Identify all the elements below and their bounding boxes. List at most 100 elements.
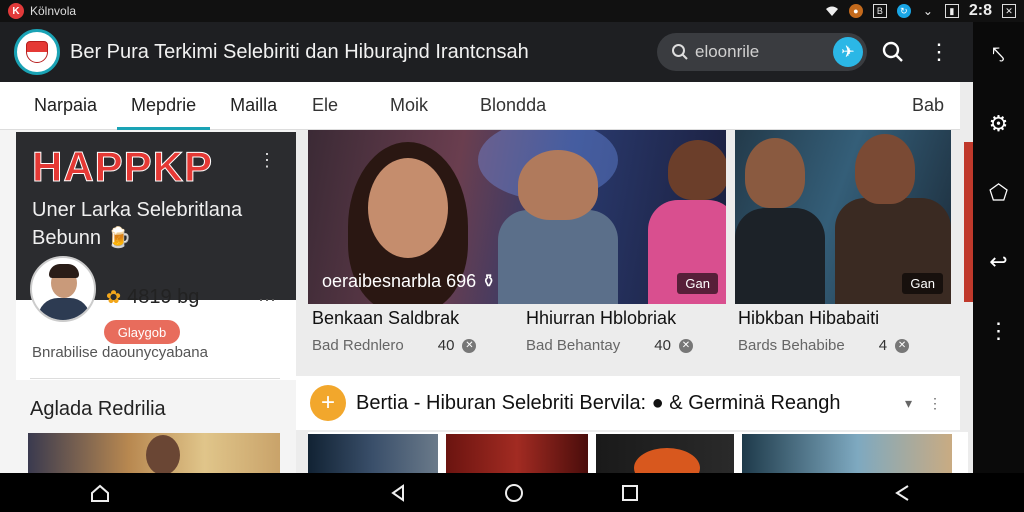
article-count: 4 (878, 337, 888, 354)
status-app-name: Kölnvola (30, 4, 77, 18)
image-person-body (735, 208, 825, 304)
thumbnail[interactable] (446, 434, 588, 473)
share-icon (895, 485, 909, 501)
promo-headline: HAPPKP (31, 143, 214, 190)
feature-badge: Gan (677, 273, 718, 294)
article-title: Hibkban Hibabaiti (738, 308, 880, 328)
app-logo[interactable] (14, 29, 60, 75)
image-person-face (368, 158, 448, 258)
nav-recents-button[interactable] (616, 479, 644, 507)
article-source: Bad Behantay (526, 337, 621, 354)
tab-0[interactable]: Narpaia (0, 82, 111, 130)
close-icon[interactable]: ✕ (895, 338, 910, 353)
nav-home-button[interactable] (86, 479, 114, 507)
app-bar: Ber Pura Terkimi Selebiriti dan Hiburajn… (0, 22, 973, 82)
thumb-face (146, 435, 180, 473)
avatar-hair (49, 264, 79, 278)
main-tabs: Ele Moik Blondda Bab (296, 82, 960, 130)
shield-icon (26, 41, 48, 63)
article-item[interactable]: Hibkban Hibabaiti Bards Behabibe 4 ✕ (738, 308, 910, 354)
overflow-menu-button[interactable]: ⋮ (919, 32, 959, 72)
promo-subtitle-line1: Uner Larka Selebritlana (32, 199, 243, 221)
search-button[interactable] (873, 32, 913, 72)
rail-settings-button[interactable]: ⚙ (984, 109, 1014, 139)
sync-icon: ↻ (896, 4, 911, 18)
article-source: Bad Rednlero (312, 337, 404, 354)
main-tab-1[interactable]: Moik (374, 95, 444, 116)
side-rail: ⤣ ⚙ ⬠ ↩ ⋮ (973, 22, 1024, 473)
nav-circle-home-button[interactable] (500, 479, 528, 507)
article-meta: Bad Rednlero 40 ✕ (312, 337, 477, 354)
nav-share-button[interactable] (888, 479, 916, 507)
section-title: Bertia - Hiburan Selebriti Bervila: ● & … (356, 391, 841, 414)
article-count: 40 (437, 337, 455, 354)
article-count: 40 (654, 337, 671, 354)
search-go-button[interactable]: ✈ (833, 37, 863, 67)
status-icons: ● B ↻ ⌄ ▮ 2:8 ✕ (825, 2, 1016, 20)
back-arrow-icon: ↩ (989, 249, 1008, 274)
more-vertical-icon[interactable]: ⋮ (928, 395, 942, 412)
main-tab-2[interactable]: Blondda (464, 95, 562, 116)
main-tab-0[interactable]: Ele (296, 95, 354, 116)
rail-home-button[interactable]: ⬠ (984, 178, 1014, 208)
avatar[interactable] (30, 256, 96, 322)
article-item[interactable]: Hhiurran Hblobriak Bad Behantay 40 ✕ (526, 308, 693, 354)
thumbnail-row (308, 432, 968, 473)
tab-1[interactable]: Mepdrie (117, 82, 211, 130)
rail-more-button[interactable]: ⋮ (984, 316, 1014, 346)
main-tab-3[interactable]: Bab (896, 95, 960, 116)
section-header: + Bertia - Hiburan Selebriti Bervila: ● … (296, 376, 960, 430)
feature-card-1[interactable]: oeraibesnarbla 696 ⚱ Gan (308, 130, 726, 304)
left-section-title: Aglada Redrilia (30, 398, 166, 420)
stat-value: 4819 bg (127, 286, 200, 308)
image-person-body (498, 210, 618, 304)
follow-pill-button[interactable]: Glaygob (104, 320, 180, 344)
status-bar: K Kölnvola ● B ↻ ⌄ ▮ 2:8 ✕ (0, 0, 1024, 22)
content-area: Narpaia Mepdrie Mailla HAPPKP ⋮ Uner Lar… (0, 82, 973, 473)
share-icon: ⤣ (992, 42, 1005, 67)
back-triangle-icon (391, 484, 404, 502)
avatar-body (38, 298, 90, 320)
section-controls: ▾ ⋮ (905, 395, 942, 412)
home-outline-icon: ⬠ (988, 180, 1009, 205)
square-icon (622, 485, 638, 501)
promo-subtitle: Uner Larka Selebritlana Bebunn 🍺 (32, 196, 272, 252)
stat-count: ✿ 4819 bg (106, 286, 199, 309)
close-icon[interactable]: ✕ (678, 338, 693, 353)
notification-icon: ● (848, 4, 863, 18)
feature-card-peek[interactable] (964, 142, 973, 302)
image-person-head (745, 138, 805, 208)
promo-more-icon[interactable]: ⋮ (258, 150, 276, 171)
search-icon (882, 41, 903, 62)
thumbnail[interactable] (742, 434, 952, 473)
left-caption: Bnrabilise daounycyabana (32, 344, 208, 361)
app-notification-badge: K (8, 3, 24, 19)
rail-back-button[interactable]: ↩ (984, 247, 1014, 277)
left-thumbnail[interactable] (28, 433, 280, 473)
card-more-icon[interactable]: ⋯ (258, 290, 276, 311)
close-icon[interactable]: ✕ (462, 338, 477, 353)
article-meta: Bad Behantay 40 ✕ (526, 337, 693, 354)
more-vertical-icon: ⋮ (987, 318, 1010, 343)
rail-share-button[interactable]: ⤣ (984, 40, 1014, 70)
system-nav-bar (0, 473, 1024, 512)
main-panel: Ele Moik Blondda Bab oeraibesnarbla 696 … (296, 82, 973, 473)
image-person-head (855, 134, 915, 204)
article-title: Benkaan Saldbrak (312, 308, 460, 328)
profile-card: ✿ 4819 bg ⋯ Glaygob (16, 256, 296, 380)
wifi-icon (825, 4, 839, 18)
article-item[interactable]: Benkaan Saldbrak Bad Rednlero 40 ✕ (312, 308, 477, 354)
page-title: Ber Pura Terkimi Selebiriti dan Hiburajn… (70, 40, 529, 63)
left-tabs: Narpaia Mepdrie Mailla (0, 82, 296, 130)
feature-card-2[interactable]: Gan (735, 130, 951, 304)
add-button[interactable]: + (310, 385, 346, 421)
nav-back-button[interactable] (384, 479, 412, 507)
thumbnail[interactable] (596, 434, 734, 473)
battery-icon: ▮ (944, 4, 959, 18)
article-meta: Bards Behabibe 4 ✕ (738, 337, 910, 354)
more-vertical-icon: ⋮ (928, 39, 950, 64)
chevron-down-icon[interactable]: ▾ (905, 395, 912, 412)
tab-2[interactable]: Mailla (216, 82, 291, 130)
search-input[interactable]: eloonrile ✈ (657, 33, 867, 71)
thumbnail[interactable] (308, 434, 438, 473)
